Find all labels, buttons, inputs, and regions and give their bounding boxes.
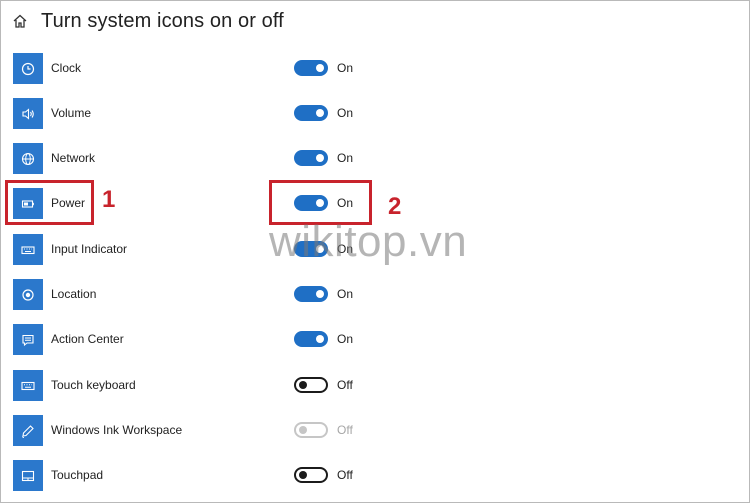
setting-label: Clock [51,61,82,75]
windows-ink-toggle [294,422,328,438]
setting-row-clock: Clock On [1,53,749,98]
setting-label: Volume [51,106,92,120]
toggle-state-label: On [337,106,354,120]
action-center-toggle[interactable] [294,331,328,347]
setting-label: Input Indicator [51,242,128,256]
toggle-knob [299,426,307,434]
keyboard-icon [13,234,43,265]
page-title: Turn system icons on or off [41,9,284,32]
setting-row-windows-ink-workspace: Windows Ink Workspace Off [1,415,749,460]
setting-row-touchpad: Touchpad Off [1,460,749,502]
touchpad-icon [13,460,43,491]
setting-label: Windows Ink Workspace [51,423,183,437]
volume-toggle[interactable] [294,105,328,121]
clock-toggle[interactable] [294,60,328,76]
marker-number-2: 2 [388,193,402,220]
setting-row-location: Location On [1,279,749,324]
marker-number-1: 1 [102,186,116,213]
page-header: Turn system icons on or off [11,7,284,35]
setting-row-volume: Volume On [1,98,749,143]
pen-icon [13,415,43,446]
location-toggle[interactable] [294,286,328,302]
toggle-knob [316,245,324,253]
clock-icon [13,53,43,84]
toggle-knob [316,64,324,72]
toggle-state-label: On [337,332,354,346]
toggle-state-label: On [337,151,354,165]
setting-label: Touchpad [51,468,104,482]
setting-row-input-indicator: Input Indicator On [1,234,749,279]
toggle-state-label: Off [337,468,353,482]
action-center-icon [13,324,43,355]
toggle-knob [316,290,324,298]
touch-keyboard-icon [13,370,43,401]
toggle-state-label: On [337,242,354,256]
touch-keyboard-toggle[interactable] [294,377,328,393]
setting-row-action-center: Action Center On [1,324,749,369]
settings-window: Turn system icons on or off Clock On Vol… [0,0,750,503]
highlight-box-power [5,180,94,225]
setting-label: Touch keyboard [51,378,136,392]
toggle-knob [299,471,307,479]
setting-label: Action Center [51,332,124,346]
toggle-state-label: Off [337,378,353,392]
setting-row-touch-keyboard: Touch keyboard Off [1,370,749,415]
setting-label: Network [51,151,96,165]
input-indicator-toggle[interactable] [294,241,328,257]
toggle-state-label: On [337,61,354,75]
network-toggle[interactable] [294,150,328,166]
toggle-state-label: Off [337,423,353,437]
toggle-knob [316,335,324,343]
setting-row-network: Network On [1,143,749,188]
toggle-knob [316,109,324,117]
toggle-knob [316,154,324,162]
highlight-box-toggle [269,180,372,225]
toggle-state-label: On [337,287,354,301]
location-icon [13,279,43,310]
touchpad-toggle[interactable] [294,467,328,483]
home-icon[interactable] [11,12,29,30]
network-icon [13,143,43,174]
toggle-knob [299,381,307,389]
setting-label: Location [51,287,97,301]
volume-icon [13,98,43,129]
